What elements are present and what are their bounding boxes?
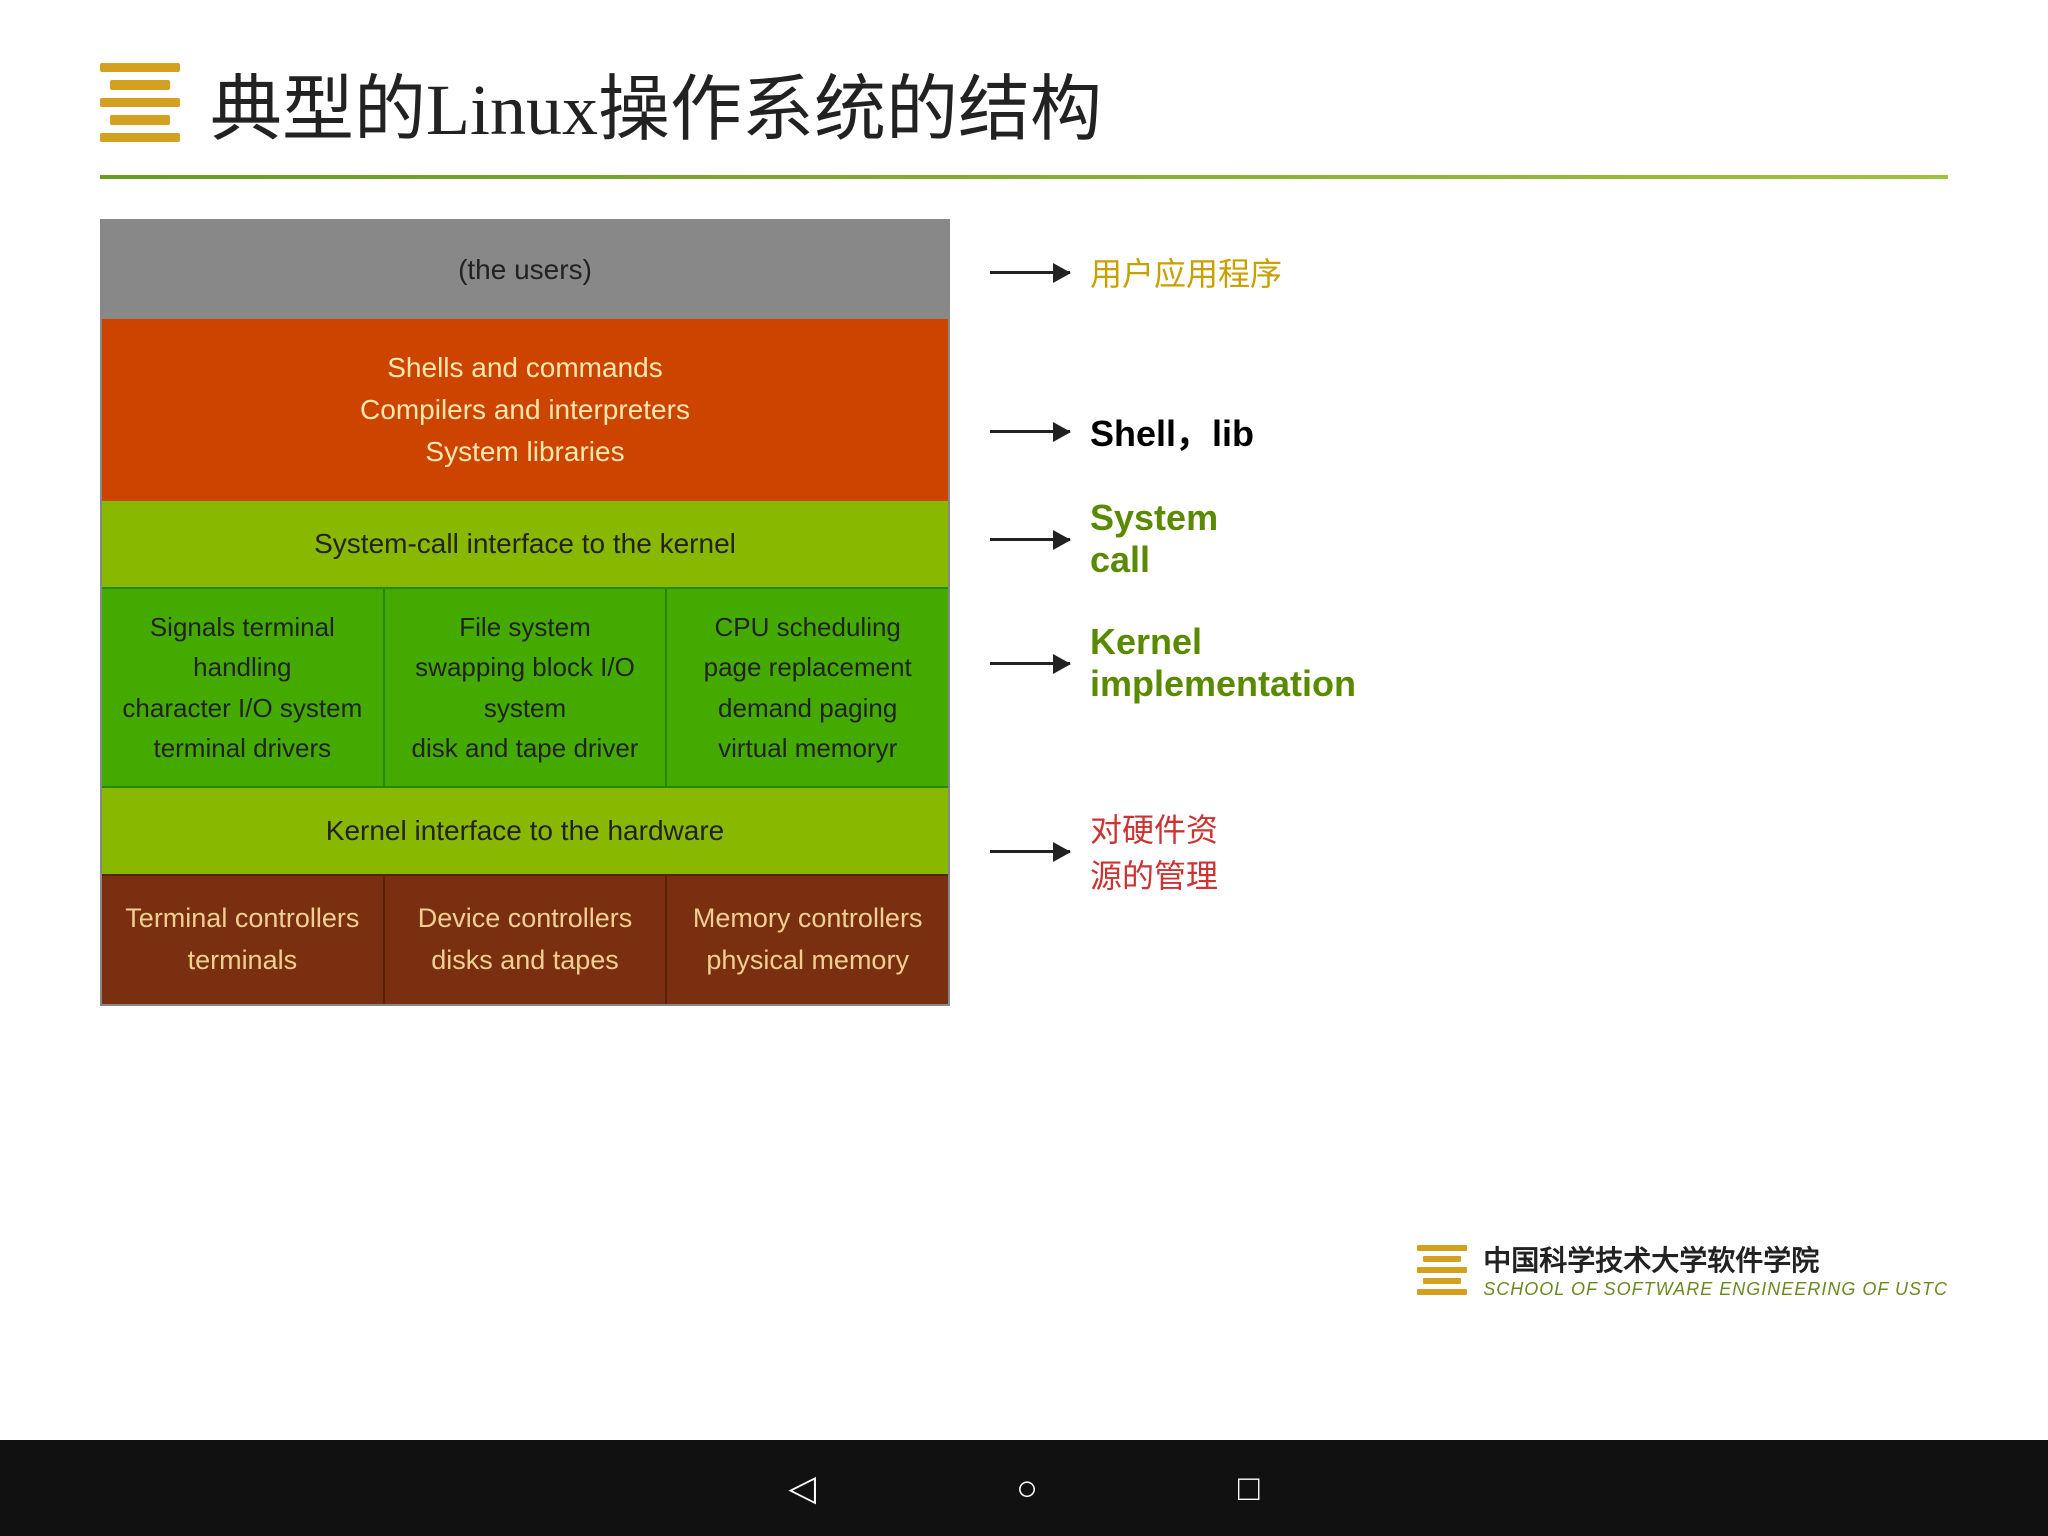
syscall-label2: call — [1090, 539, 1150, 580]
kernel-col1-line4: terminal drivers — [112, 728, 373, 768]
annotations: 用户应用程序 Shell，lib System call Kernel impl… — [990, 219, 1948, 897]
orange-line3: System libraries — [122, 431, 928, 473]
arrow-shell — [990, 430, 1070, 433]
annotation-users: 用户应用程序 — [990, 249, 1948, 295]
kernel-col3-line4: virtual memoryr — [677, 728, 938, 768]
kernel-col3-line3: demand paging — [677, 688, 938, 728]
kernel-col3-line1: CPU scheduling — [677, 607, 938, 647]
logo-bar-4 — [110, 115, 170, 125]
orange-line1: Shells and commands — [122, 347, 928, 389]
header: 典型的Linux操作系统的结构 — [0, 0, 2048, 175]
footer-logo-bar-5 — [1417, 1289, 1467, 1295]
kernel-label2: implementation — [1090, 663, 1356, 704]
users-layer: (the users) — [102, 221, 948, 319]
annotation-hw: 对硬件资 源的管理 — [990, 805, 1948, 897]
kernel-col2-line1: File system — [395, 607, 656, 647]
hw-label2: 源的管理 — [1090, 858, 1218, 894]
kernel-col1-line3: character I/O system — [112, 688, 373, 728]
nav-recent-button[interactable]: □ — [1238, 1467, 1260, 1509]
kernel-label1: Kernel — [1090, 621, 1202, 662]
annotation-kernel: Kernel implementation — [990, 621, 1948, 705]
hw-col1-line2: terminals — [112, 940, 373, 982]
hw-col-1: Terminal controllers terminals — [102, 876, 385, 1004]
diagram-container: (the users) Shells and commands Compiler… — [0, 219, 2048, 1006]
linux-architecture-diagram: (the users) Shells and commands Compiler… — [100, 219, 950, 1006]
nav-home-button[interactable]: ○ — [1016, 1467, 1038, 1509]
orange-line2: Compilers and interpreters — [122, 389, 928, 431]
hw-interface-label: Kernel interface to the hardware — [326, 815, 724, 846]
orange-layer: Shells and commands Compilers and interp… — [102, 319, 948, 501]
annotation-hw-text: 对硬件资 源的管理 — [1090, 805, 1218, 897]
arrow-kernel — [990, 662, 1070, 665]
kernel-col-3: CPU scheduling page replacement demand p… — [667, 589, 948, 786]
hw-col2-line1: Device controllers — [395, 898, 656, 940]
footer-logo: 中国科学技术大学软件学院 SCHOOL OF SOFTWARE ENGINEER… — [1417, 1239, 1948, 1300]
footer-logo-icon — [1417, 1245, 1467, 1295]
hw-col3-line2: physical memory — [677, 940, 938, 982]
kernel-col-2: File system swapping block I/O system di… — [385, 589, 668, 786]
annotation-shell-text: Shell，lib — [1090, 405, 1254, 457]
hw-col-3: Memory controllers physical memory — [667, 876, 948, 1004]
syscall-layer: System-call interface to the kernel — [102, 501, 948, 587]
syscall-label: System-call interface to the kernel — [314, 528, 736, 559]
kernel-col2-line3: system — [395, 688, 656, 728]
logo-bar-1 — [100, 63, 180, 73]
school-name-en: SCHOOL OF SOFTWARE ENGINEERING OF USTC — [1483, 1279, 1948, 1300]
divider — [100, 175, 1948, 179]
school-name: 中国科学技术大学软件学院 — [1483, 1239, 1948, 1279]
hardware-layer: Terminal controllers terminals Device co… — [102, 874, 948, 1004]
hw-col2-line2: disks and tapes — [395, 940, 656, 982]
annotation-kernel-text: Kernel implementation — [1090, 621, 1356, 705]
hw-col-2: Device controllers disks and tapes — [385, 876, 668, 1004]
kernel-col1-line1: Signals terminal — [112, 607, 373, 647]
arrow-hw — [990, 850, 1070, 853]
page-title: 典型的Linux操作系统的结构 — [210, 50, 1102, 155]
logo-bar-2 — [110, 80, 170, 90]
footer-logo-bar-1 — [1417, 1245, 1467, 1251]
hw-label1: 对硬件资 — [1090, 812, 1218, 848]
arrow-syscall — [990, 538, 1070, 541]
kernel-col3-line2: page replacement — [677, 647, 938, 687]
footer-logo-bar-3 — [1417, 1267, 1467, 1273]
hw-col1-line1: Terminal controllers — [112, 898, 373, 940]
hw-col3-line1: Memory controllers — [677, 898, 938, 940]
kernel-col-1: Signals terminal handling character I/O … — [102, 589, 385, 786]
nav-back-button[interactable]: ◁ — [788, 1467, 816, 1509]
navbar: ◁ ○ □ — [0, 1440, 2048, 1536]
users-label: (the users) — [458, 254, 592, 285]
hw-interface-layer: Kernel interface to the hardware — [102, 786, 948, 874]
slide: 典型的Linux操作系统的结构 (the users) Shells and c… — [0, 0, 2048, 1440]
logo-bar-5 — [100, 133, 180, 143]
annotation-syscall: System call — [990, 497, 1948, 581]
kernel-col1-line2: handling — [112, 647, 373, 687]
annotation-syscall-text: System call — [1090, 497, 1218, 581]
syscall-label1: System — [1090, 497, 1218, 538]
kernel-col2-line4: disk and tape driver — [395, 728, 656, 768]
logo-icon — [100, 63, 180, 143]
footer-logo-bar-4 — [1423, 1278, 1461, 1284]
arrow-users — [990, 271, 1070, 274]
footer-text: 中国科学技术大学软件学院 SCHOOL OF SOFTWARE ENGINEER… — [1483, 1239, 1948, 1300]
logo-bar-3 — [100, 98, 180, 108]
kernel-layer: Signals terminal handling character I/O … — [102, 587, 948, 786]
annotation-users-text: 用户应用程序 — [1090, 249, 1282, 295]
annotation-shell: Shell，lib — [990, 405, 1948, 457]
footer-logo-bar-2 — [1423, 1256, 1461, 1262]
kernel-col2-line2: swapping block I/O — [395, 647, 656, 687]
